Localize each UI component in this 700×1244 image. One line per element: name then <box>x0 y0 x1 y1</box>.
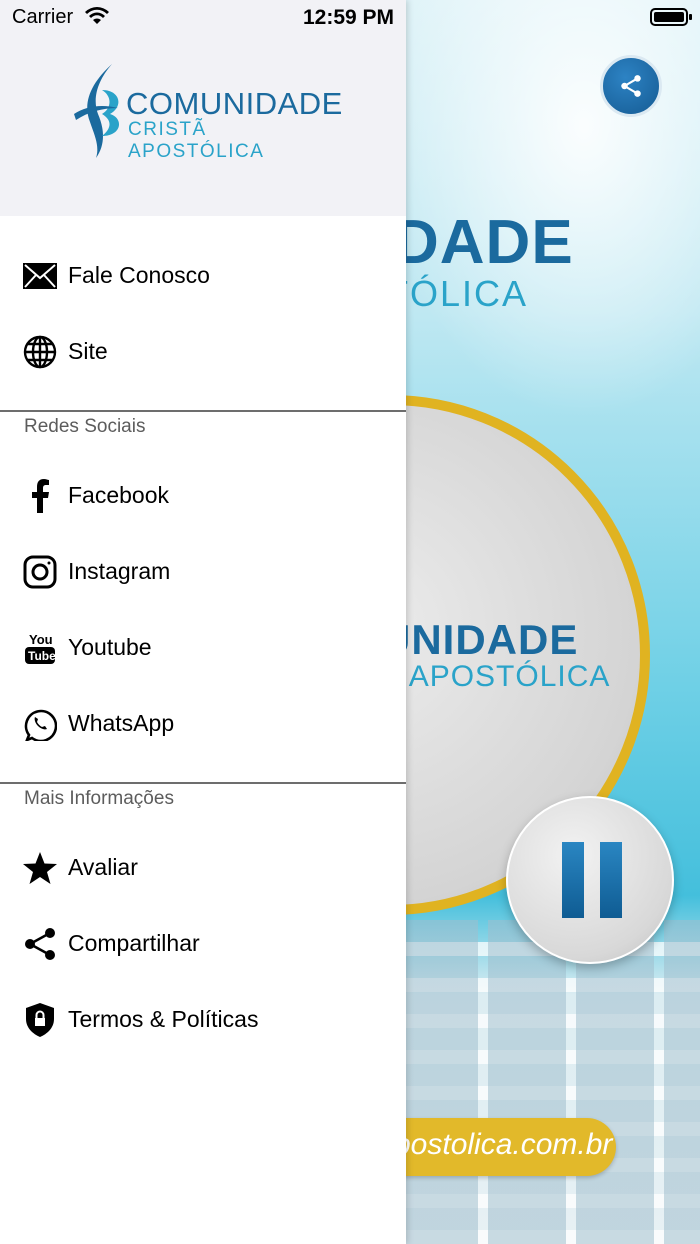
globe-icon <box>22 334 58 370</box>
menu-item-fale-conosco[interactable]: Fale Conosco <box>0 238 406 314</box>
album-art-logo: UNIDADE Ã APOSTÓLICA <box>380 618 610 692</box>
menu-item-facebook[interactable]: Facebook <box>0 458 406 534</box>
svg-text:You: You <box>29 632 53 647</box>
menu-item-label: Compartilhar <box>68 930 200 956</box>
logo-title: COMUNIDADE <box>126 86 343 121</box>
menu-item-site[interactable]: Site <box>0 314 406 390</box>
side-drawer: Carrier 12:59 PM COMUNIDADE CRISTÃ APOST… <box>0 0 406 1244</box>
section-divider <box>0 782 406 784</box>
youtube-icon: You Tube <box>22 630 58 666</box>
menu-item-instagram[interactable]: Instagram <box>0 534 406 610</box>
share-icon <box>22 926 58 962</box>
menu-item-termos[interactable]: Termos & Políticas <box>0 982 406 1058</box>
status-bar: Carrier 12:59 PM <box>0 0 406 36</box>
envelope-icon <box>22 258 58 294</box>
shield-lock-icon <box>22 1002 58 1038</box>
menu-item-label: Facebook <box>68 482 170 508</box>
menu-item-label: Instagram <box>68 558 171 584</box>
section-divider <box>0 410 406 412</box>
carrier-label: Carrier <box>12 6 74 28</box>
share-icon <box>621 75 641 97</box>
whatsapp-icon <box>22 706 58 742</box>
equalizer-decoration <box>400 920 700 1244</box>
album-art-logo-line1: UNIDADE <box>380 616 579 663</box>
star-icon <box>22 850 58 886</box>
logo-emblem-icon <box>74 64 120 158</box>
website-pill-text: postolica.com.br <box>394 1128 613 1161</box>
website-pill[interactable]: postolica.com.br <box>370 1118 616 1176</box>
battery-icon <box>650 8 692 26</box>
menu-item-compartilhar[interactable]: Compartilhar <box>0 906 406 982</box>
status-time: 12:59 PM <box>303 6 395 29</box>
drawer-header: Carrier 12:59 PM COMUNIDADE CRISTÃ APOST… <box>0 0 406 216</box>
menu-item-whatsapp[interactable]: WhatsApp <box>0 686 406 762</box>
pause-icon-bar-right <box>600 842 622 918</box>
menu-item-avaliar[interactable]: Avaliar <box>0 830 406 906</box>
menu-item-label: Fale Conosco <box>68 262 210 288</box>
menu-item-label: Youtube <box>68 634 152 660</box>
svg-text:Tube: Tube <box>28 649 56 663</box>
facebook-icon <box>22 478 58 514</box>
section-title-redes-sociais: Redes Sociais <box>24 416 146 437</box>
menu-item-label: Avaliar <box>68 854 138 880</box>
album-art-logo-line2: Ã APOSTÓLICA <box>380 660 611 693</box>
section-title-mais-informacoes: Mais Informações <box>24 788 174 809</box>
wifi-icon <box>85 7 109 24</box>
menu-item-label: Termos & Políticas <box>68 1006 259 1032</box>
menu-item-label: WhatsApp <box>68 710 175 736</box>
app-logo: COMUNIDADE CRISTÃ APOSTÓLICA <box>72 62 343 162</box>
instagram-icon <box>22 554 58 590</box>
pause-icon-bar-left <box>562 842 584 918</box>
logo-subtitle: CRISTÃ APOSTÓLICA <box>128 119 265 162</box>
menu-item-youtube[interactable]: You Tube Youtube <box>0 610 406 686</box>
menu-item-label: Site <box>68 338 108 364</box>
share-button[interactable] <box>600 55 662 117</box>
pause-button[interactable] <box>506 796 674 964</box>
